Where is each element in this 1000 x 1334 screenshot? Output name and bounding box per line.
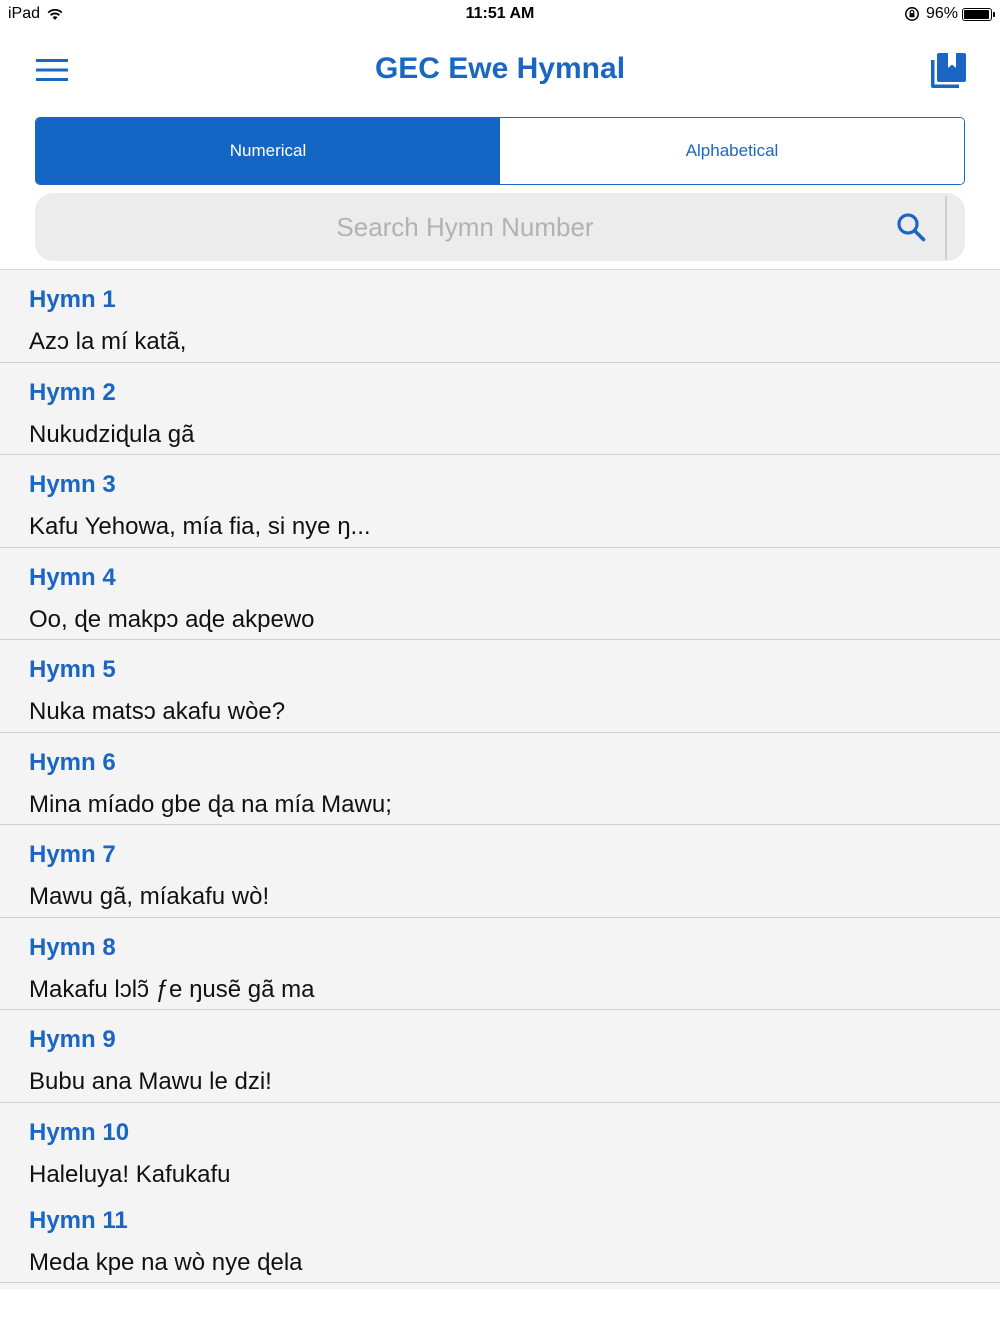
hymn-number: Hymn 10 (29, 1118, 130, 1146)
sort-segmented-control: Numerical Alphabetical (35, 117, 965, 185)
status-bar: iPad 11:51 AM 96% (0, 0, 1000, 28)
search-divider (945, 196, 947, 260)
status-time: 11:51 AM (465, 5, 535, 22)
hymn-first-line: Mina míado gbe ɖa na mía Mawu; (29, 790, 392, 818)
battery-icon (962, 7, 995, 21)
hymn-row[interactable]: Hymn 5 Nuka matsɔ akafu wòe? (0, 640, 1000, 733)
hymn-row[interactable]: Hymn 4 Oo, ɖe makpɔ aɖe akpewo (0, 548, 1000, 640)
hymn-list: Hymn 1 Azɔ la mí katã, Hymn 2 Nukudziɖula g… (0, 269, 1000, 1289)
status-right: 96% (904, 5, 995, 23)
hymn-number: Hymn 6 (29, 748, 116, 776)
battery-nub (993, 11, 995, 17)
hymn-first-line: Kafu Yehowa, mía fia, si nye ŋ... (29, 513, 371, 540)
hymn-row[interactable]: Hymn 11 Meda kpe na wò nye ɖela (0, 1191, 1000, 1283)
hymn-row[interactable]: Hymn 3 Kafu Yehowa, mía fia, si nye ŋ... (0, 455, 1000, 548)
search-bar (35, 193, 965, 261)
hymn-row[interactable]: Hymn 10 Haleluya! Kafukafu (0, 1103, 1000, 1191)
hymn-first-line: Azɔ la mí katã, (29, 328, 187, 355)
hymn-row[interactable]: Hymn 2 Nukudziɖula gã (0, 363, 1000, 455)
hymn-row[interactable]: Hymn 9 Bubu ana Mawu le dzi! (0, 1010, 1000, 1103)
hymn-first-line: Haleluya! Kafukafu (29, 1160, 231, 1188)
segment-numerical[interactable]: Numerical (36, 118, 500, 184)
bookmarks-icon[interactable] (928, 50, 968, 90)
search-icon[interactable] (895, 211, 927, 243)
hymn-row[interactable]: Hymn 1 Azɔ la mí katã, (0, 270, 1000, 363)
hymn-row[interactable]: Hymn 6 Mina míado gbe ɖa na mía Mawu; (0, 733, 1000, 825)
hymn-number: Hymn 9 (29, 1026, 116, 1053)
nav-bar: GEC Ewe Hymnal (0, 28, 1000, 112)
segment-alphabetical[interactable]: Alphabetical (500, 118, 964, 184)
hymn-first-line: Bubu ana Mawu le dzi! (29, 1068, 272, 1095)
hymn-first-line: Nuka matsɔ akafu wòe? (29, 698, 286, 725)
hymn-number: Hymn 3 (29, 471, 116, 498)
page-title: GEC Ewe Hymnal (374, 52, 626, 85)
hymn-number: Hymn 7 (29, 841, 116, 868)
bottom-area (0, 1289, 1000, 1334)
hymn-first-line: Oo, ɖe makpɔ aɖe akpewo (29, 605, 315, 633)
hymn-number: Hymn 4 (29, 563, 116, 591)
hymn-number: Hymn 8 (29, 933, 116, 961)
hymn-row[interactable]: Hymn 8 Makafu lɔlɔ̃ ƒe ŋusẽ gã ma (0, 918, 1000, 1010)
hymn-first-line: Meda kpe na wò nye ɖela (29, 1248, 303, 1276)
hymn-first-line: Makafu lɔlɔ̃ ƒe ŋusẽ gã ma (29, 975, 315, 1003)
battery-percent: 96% (925, 5, 958, 22)
hymn-number: Hymn 2 (29, 378, 116, 406)
hymn-row[interactable]: Hymn 7 Mawu gã, míakafu wò! (0, 825, 1000, 918)
hymn-number: Hymn 5 (29, 656, 116, 683)
rotation-lock-icon (905, 7, 919, 21)
hymn-first-line: Nukudziɖula gã (29, 420, 195, 448)
screen: iPad 11:51 AM 96% GEC Ewe Hymnal Numeric… (0, 0, 1000, 1334)
hymn-number: Hymn 1 (29, 286, 116, 313)
hymn-first-line: Mawu gã, míakafu wò! (29, 883, 270, 910)
hymn-number: Hymn 11 (29, 1206, 128, 1234)
battery-fill (964, 9, 989, 19)
search-input[interactable] (35, 193, 895, 261)
